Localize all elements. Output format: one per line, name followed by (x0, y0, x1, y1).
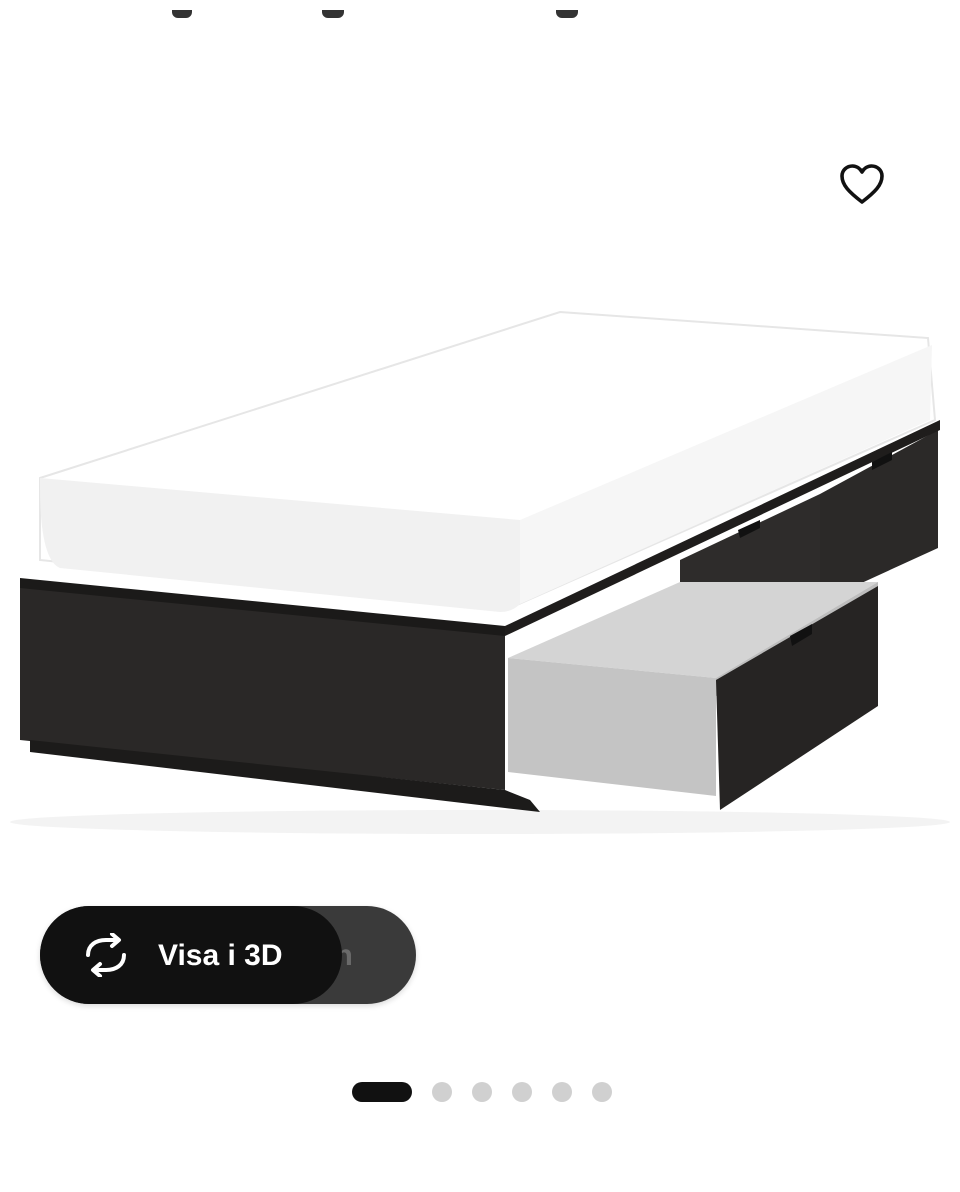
favorite-button[interactable] (830, 152, 894, 216)
carousel-dot-1[interactable] (352, 1082, 412, 1102)
carousel-dot-5[interactable] (552, 1082, 572, 1102)
rotate-3d-icon (86, 933, 126, 977)
cropped-header-strip (0, 0, 960, 40)
carousel-dot-4[interactable] (512, 1082, 532, 1102)
carousel-dot-6[interactable] (592, 1082, 612, 1102)
view-in-3d-button[interactable]: Visa i 3D (40, 906, 342, 1004)
view-in-3d-label: Visa i 3D (158, 939, 283, 972)
heart-icon (840, 164, 884, 204)
carousel-dot-2[interactable] (432, 1082, 452, 1102)
carousel-indicators (352, 1082, 612, 1102)
carousel-dot-3[interactable] (472, 1082, 492, 1102)
product-image (10, 310, 950, 834)
